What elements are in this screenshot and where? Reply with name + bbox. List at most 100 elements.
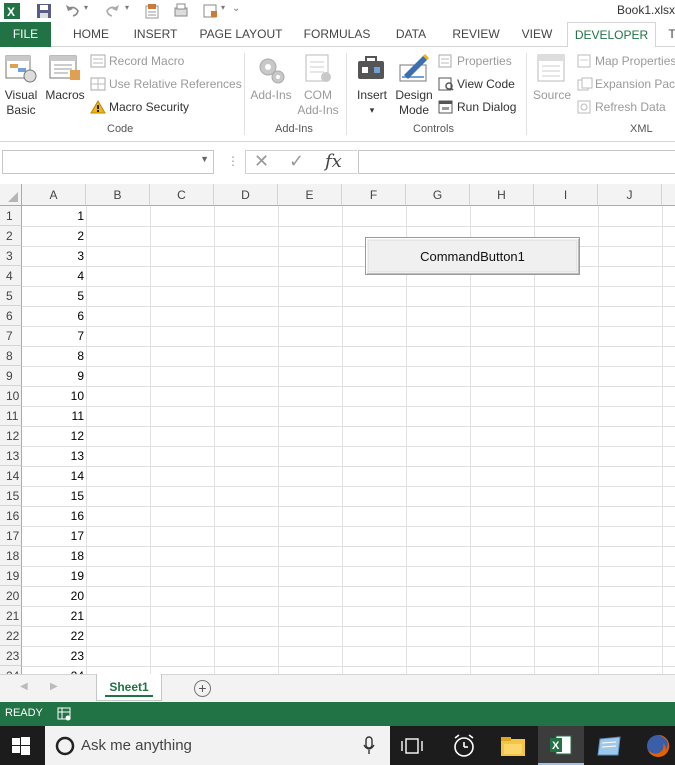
scroll-sheets-left-icon[interactable]: ◀ (20, 681, 28, 692)
print-preview-icon[interactable] (172, 2, 190, 20)
worksheet-grid[interactable]: A B C D E F G H I J 1 2 3 4 5 6 7 8 9 10… (0, 184, 675, 674)
name-box-dropdown-icon[interactable]: ▼ (200, 154, 209, 164)
column-header-j[interactable]: J (598, 184, 662, 206)
row-header[interactable]: 12 (0, 426, 22, 446)
cortana-search-box[interactable]: Ask me anything (45, 726, 390, 765)
select-all-corner[interactable] (0, 184, 22, 206)
cell-a-value[interactable]: 17 (22, 526, 86, 546)
cell-a-value[interactable]: 24 (22, 666, 86, 674)
column-header-b[interactable]: B (86, 184, 150, 206)
macro-security-button[interactable]: Macro Security (109, 100, 189, 114)
tab-data[interactable]: DATA (387, 22, 435, 47)
cell-a-value[interactable]: 16 (22, 506, 86, 526)
row-header[interactable]: 22 (0, 626, 22, 646)
row-header[interactable]: 17 (0, 526, 22, 546)
cell-a-value[interactable]: 22 (22, 626, 86, 646)
row-header[interactable]: 9 (0, 366, 22, 386)
row-header[interactable]: 6 (0, 306, 22, 326)
enter-icon[interactable]: ✓ (289, 151, 304, 172)
properties-button[interactable]: Properties (457, 54, 512, 68)
microphone-icon[interactable] (363, 736, 375, 756)
column-header-e[interactable]: E (278, 184, 342, 206)
cell-a-value[interactable]: 19 (22, 566, 86, 586)
macros-icon[interactable] (48, 52, 82, 84)
scroll-sheets-right-icon[interactable]: ▶ (50, 681, 58, 692)
new-sheet-icon[interactable] (201, 2, 219, 20)
tab-formulas[interactable]: FORMULAS (298, 22, 376, 47)
excel-app-icon[interactable]: X (3, 2, 21, 20)
row-header[interactable]: 21 (0, 606, 22, 626)
tab-review[interactable]: REVIEW (446, 22, 506, 47)
cell-a-value[interactable]: 13 (22, 446, 86, 466)
column-header-h[interactable]: H (470, 184, 534, 206)
insert-controls-button[interactable]: Insert ▾ (352, 88, 392, 118)
record-macro-button[interactable]: Record Macro (109, 54, 184, 68)
add-sheet-icon[interactable]: + (194, 680, 211, 697)
visual-basic-icon[interactable] (4, 52, 38, 84)
column-header-d[interactable]: D (214, 184, 278, 206)
column-header-partial[interactable] (662, 184, 675, 206)
row-header[interactable]: 24 (0, 666, 22, 674)
design-mode-icon[interactable] (398, 51, 430, 88)
design-mode-button[interactable]: Design Mode (392, 88, 436, 118)
addins-gear-icon[interactable] (256, 53, 286, 88)
file-explorer-icon[interactable] (500, 735, 526, 757)
cell-a-value[interactable]: 4 (22, 266, 86, 286)
cell-a-value[interactable]: 23 (22, 646, 86, 666)
new-sheet-dropdown-icon[interactable]: ▾ (221, 3, 225, 12)
use-relative-references-button[interactable]: Use Relative References (109, 77, 242, 91)
expansion-packs-button[interactable]: Expansion Pack (595, 77, 675, 91)
row-header[interactable]: 11 (0, 406, 22, 426)
customize-qat-icon[interactable]: ⌄ (232, 3, 240, 14)
cell-a-value[interactable]: 20 (22, 586, 86, 606)
cell-a-value[interactable]: 21 (22, 606, 86, 626)
form-icon[interactable] (143, 2, 161, 20)
tab-insert[interactable]: INSERT (128, 22, 183, 47)
com-addins-button[interactable]: COM Add-Ins (294, 88, 342, 118)
formula-input[interactable] (358, 150, 675, 174)
formula-bar-grip-icon[interactable]: ⋮ (227, 154, 239, 168)
row-header[interactable]: 14 (0, 466, 22, 486)
row-header[interactable]: 2 (0, 226, 22, 246)
sheet-tab-sheet1[interactable]: Sheet1 (96, 674, 162, 701)
tab-file[interactable]: FILE (0, 22, 51, 47)
macro-recording-icon[interactable] (57, 707, 71, 721)
cancel-icon[interactable]: ✕ (254, 151, 269, 172)
row-header[interactable]: 18 (0, 546, 22, 566)
excel-taskbar-button[interactable]: X (538, 726, 584, 765)
undo-dropdown-icon[interactable]: ▾ (84, 3, 88, 12)
redo-icon[interactable] (104, 2, 122, 20)
cell-a-value[interactable]: 6 (22, 306, 86, 326)
row-header[interactable]: 1 (0, 206, 22, 226)
row-header[interactable]: 4 (0, 266, 22, 286)
cell-a-value[interactable]: 8 (22, 346, 86, 366)
insert-controls-icon[interactable] (356, 53, 388, 88)
tab-truncated[interactable]: T (664, 22, 675, 47)
column-header-g[interactable]: G (406, 184, 470, 206)
row-header[interactable]: 16 (0, 506, 22, 526)
source-button[interactable]: Source (530, 88, 574, 103)
cell-a-value[interactable]: 10 (22, 386, 86, 406)
tab-developer[interactable]: DEVELOPER (567, 22, 656, 48)
firefox-icon[interactable] (645, 733, 671, 759)
command-button[interactable]: CommandButton1 (365, 237, 580, 275)
row-header[interactable]: 13 (0, 446, 22, 466)
run-dialog-button[interactable]: Run Dialog (457, 100, 516, 114)
refresh-data-button[interactable]: Refresh Data (595, 100, 666, 114)
insert-function-icon[interactable]: fx (325, 151, 342, 172)
cell-a-value[interactable]: 18 (22, 546, 86, 566)
notepad-icon[interactable] (596, 735, 622, 757)
row-header[interactable]: 3 (0, 246, 22, 266)
addins-button[interactable]: Add-Ins (248, 88, 294, 103)
save-icon[interactable] (35, 2, 53, 20)
column-header-a[interactable]: A (22, 184, 86, 206)
cell-a-value[interactable]: 7 (22, 326, 86, 346)
map-properties-button[interactable]: Map Properties (595, 54, 675, 68)
row-header[interactable]: 5 (0, 286, 22, 306)
tab-view[interactable]: VIEW (515, 22, 559, 47)
source-icon[interactable] (536, 53, 568, 88)
cell-a-value[interactable]: 5 (22, 286, 86, 306)
windows-start-icon[interactable] (12, 737, 30, 755)
row-header[interactable]: 20 (0, 586, 22, 606)
redo-dropdown-icon[interactable]: ▾ (125, 3, 129, 12)
